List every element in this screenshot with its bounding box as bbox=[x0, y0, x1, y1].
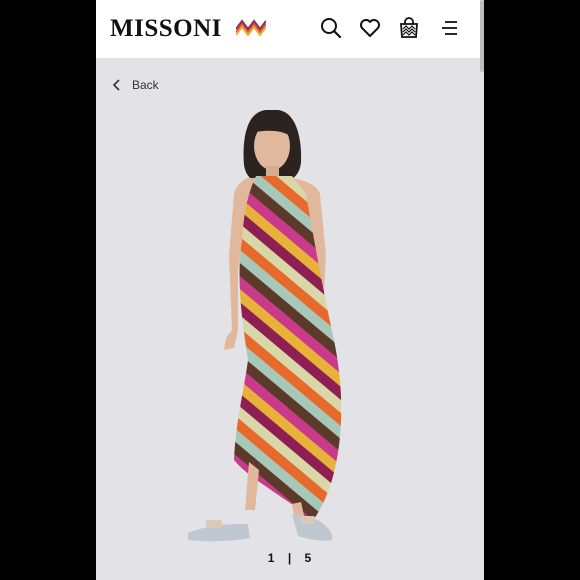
pager-separator: | bbox=[287, 551, 293, 565]
heart-icon[interactable] bbox=[359, 17, 381, 39]
pager-total: 5 bbox=[304, 551, 313, 565]
menu-icon[interactable] bbox=[439, 17, 461, 39]
search-icon[interactable] bbox=[320, 17, 342, 39]
zigzag-logo-icon bbox=[236, 19, 266, 37]
brand-logo[interactable]: MISSONI bbox=[110, 15, 222, 43]
image-pager: 1 | 5 bbox=[96, 551, 484, 565]
pager-current: 1 bbox=[267, 551, 276, 565]
product-image[interactable] bbox=[96, 90, 484, 550]
top-header: MISSONI bbox=[96, 0, 484, 58]
app-screen: MISSONI Back 1 | 5 bbox=[96, 0, 484, 580]
scrollbar[interactable] bbox=[480, 0, 484, 72]
shopping-bag-icon[interactable] bbox=[398, 17, 420, 39]
